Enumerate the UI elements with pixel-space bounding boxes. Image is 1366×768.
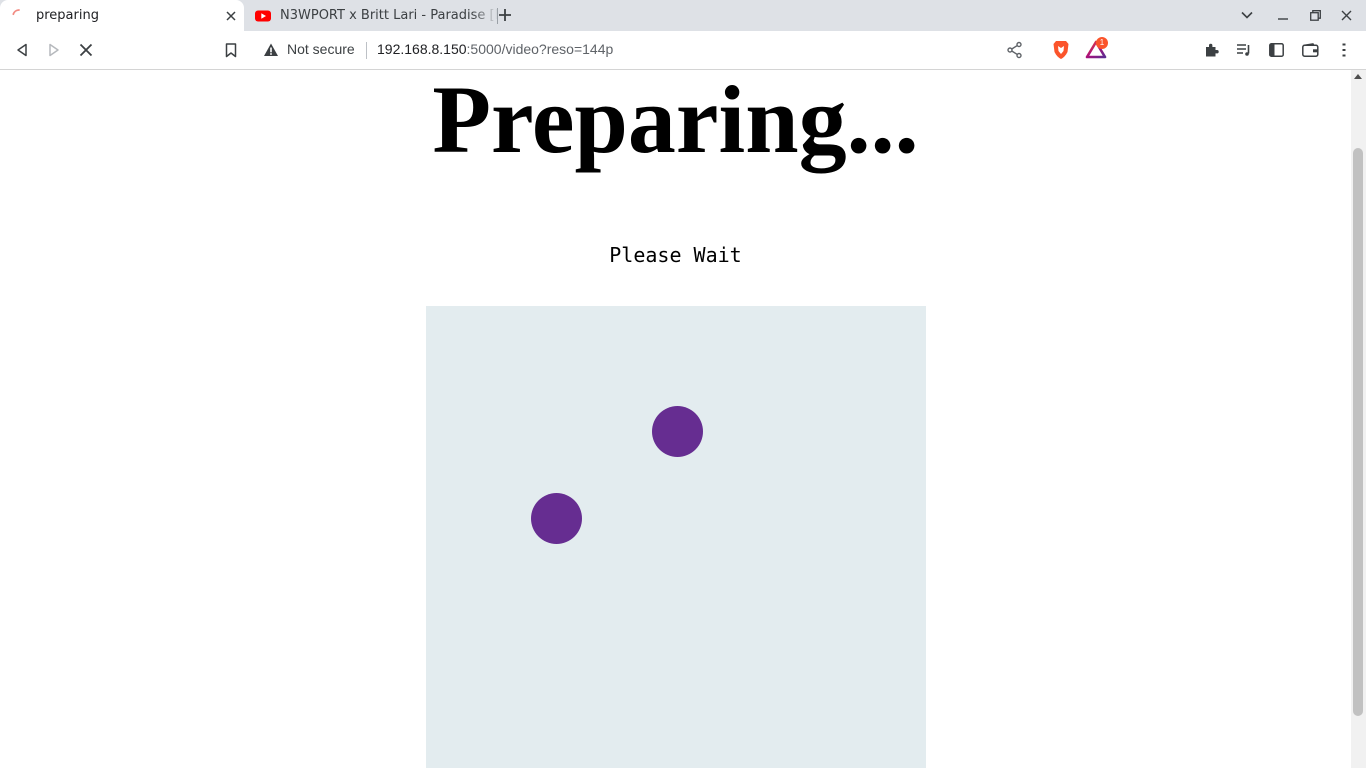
minimize-icon (1278, 18, 1288, 20)
scroll-up-arrow-icon[interactable] (1354, 74, 1362, 79)
chevron-down-icon (1241, 11, 1253, 19)
back-button[interactable] (9, 37, 35, 63)
loading-spinner-icon (12, 8, 20, 15)
wallet-icon (1301, 43, 1319, 57)
tab-preparing[interactable]: preparing (0, 0, 244, 31)
back-arrow-icon (17, 43, 27, 57)
loader-dot (652, 406, 703, 457)
tab-title: N3WPORT x Britt Lari - Paradise [N (280, 8, 498, 23)
extensions-button[interactable] (1199, 37, 1225, 63)
playlist-button[interactable] (1231, 37, 1257, 63)
loading-animation (426, 306, 926, 768)
playlist-icon (1237, 44, 1250, 56)
bookmark-icon (225, 42, 237, 57)
menu-icon (1342, 43, 1346, 57)
address-bar[interactable]: Not secure 192.168.8.150:5000/video?reso… (253, 34, 1114, 66)
forward-arrow-icon (49, 43, 59, 57)
maximize-button[interactable] (1304, 4, 1326, 26)
stop-icon (79, 43, 93, 57)
omnibox-divider (366, 42, 367, 59)
loader-dot (531, 493, 582, 544)
tab-title: preparing (36, 8, 99, 23)
stop-loading-button[interactable] (73, 37, 99, 63)
restore-icon (1309, 9, 1321, 21)
url-host: 192.168.8.150 (377, 41, 467, 57)
wait-message: Please Wait (609, 243, 742, 267)
puzzle-icon (1206, 43, 1219, 57)
scrollbar-thumb[interactable] (1353, 148, 1363, 716)
new-tab-button[interactable] (494, 4, 516, 26)
tab-strip: preparing N3WPORT x Britt Lari - Paradis… (0, 0, 1366, 31)
sidebar-icon (1268, 43, 1284, 57)
url-path: :5000/video?reso=144p (466, 41, 614, 57)
rewards-badge: 1 (1096, 37, 1108, 49)
brave-shields-icon[interactable] (1052, 40, 1070, 60)
close-window-button[interactable] (1335, 4, 1357, 26)
tab-search-button[interactable] (1236, 4, 1258, 26)
menu-button[interactable] (1331, 37, 1357, 63)
browser-toolbar: Not secure 192.168.8.150:5000/video?reso… (0, 31, 1366, 70)
bookmark-button[interactable] (218, 37, 244, 63)
url-text[interactable]: 192.168.8.150:5000/video?reso=144p (377, 41, 613, 57)
close-tab-icon[interactable] (222, 7, 240, 25)
forward-button[interactable] (41, 37, 67, 63)
warning-icon[interactable] (263, 42, 279, 58)
youtube-icon (255, 10, 271, 21)
security-status[interactable]: Not secure (287, 41, 355, 57)
tab-youtube[interactable]: N3WPORT x Britt Lari - Paradise [N (244, 0, 498, 31)
close-icon (1341, 10, 1351, 20)
page-viewport: Preparing... Please Wait (0, 70, 1351, 768)
share-icon[interactable] (1006, 41, 1024, 59)
page-title: Preparing... (432, 70, 919, 173)
wallet-button[interactable] (1297, 37, 1323, 63)
page-scrollbar[interactable] (1351, 70, 1366, 768)
minimize-button[interactable] (1272, 4, 1294, 26)
plus-icon (499, 9, 511, 21)
sidebar-button[interactable] (1263, 37, 1289, 63)
